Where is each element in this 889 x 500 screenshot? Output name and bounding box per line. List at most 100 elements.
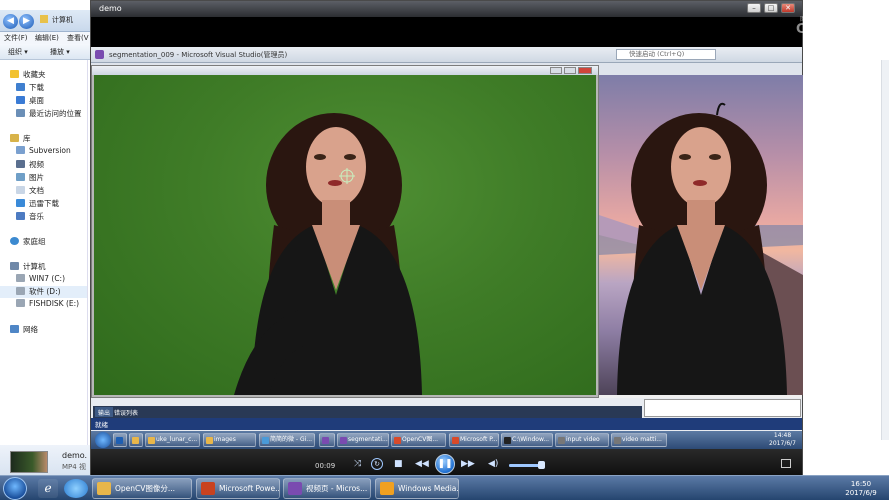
app-icon [340,437,347,444]
vs-statusbar: 就绪 [91,418,802,430]
video-library-icon [16,160,25,168]
favorites-header[interactable]: 收藏夹 [10,69,46,80]
folder-icon [40,15,48,23]
close-button[interactable]: ✕ [781,3,795,13]
nav-item-downloads[interactable]: 下载 [16,82,44,93]
volume-icon[interactable]: ◀) [488,459,498,469]
vs-title: segmentation_009 - Microsoft Visual Stud… [109,51,288,59]
volume-handle[interactable] [538,461,546,469]
recorded-taskbar-item[interactable] [129,433,143,447]
recorded-taskbar-item[interactable]: video matti... [611,433,667,447]
recorded-time: 14:48 [773,432,792,439]
nav-item-documents[interactable]: 文档 [16,185,44,196]
play-menu-button[interactable]: 播放 ▾ [50,47,70,57]
computer-header[interactable]: 计算机 [10,261,46,272]
tab-error-list[interactable]: 错误列表 [111,407,141,417]
nav-item-subversion[interactable]: Subversion [16,146,71,155]
recorded-taskbar-item[interactable]: segmentati... [337,433,389,447]
taskbar-button[interactable]: 视频页 - Micros... [283,478,371,499]
app-icon [116,437,123,444]
green-screen-video [94,75,596,395]
taskbar-button[interactable]: Windows Media... [375,478,459,499]
presenter-figure [234,113,422,395]
nav-item-thunder-downloads[interactable]: 迅雷下载 [16,198,59,209]
app-icon [452,437,459,444]
recorded-taskbar-item[interactable] [113,433,127,447]
elapsed-time: 00:09 [315,462,336,470]
recorded-taskbar-item[interactable]: input video [555,433,609,447]
video-thumbnail [10,451,48,473]
demo-titlebar[interactable]: demo – □ ✕ [91,1,802,17]
recorded-taskbar-label: OpenCV图... [402,436,439,443]
picture-library-icon [16,173,25,181]
vs-quick-launch[interactable]: 快速启动 (Ctrl+Q) [616,49,716,60]
forward-button[interactable]: ▶ [19,14,34,29]
download-library-icon [16,199,25,207]
minimize-icon[interactable] [550,67,562,74]
star-icon [10,70,19,78]
internet-explorer-icon[interactable]: ℯ [38,479,58,498]
app-icon [394,437,401,444]
maximize-icon[interactable] [564,67,576,74]
shuffle-icon[interactable]: ⤨ [354,459,361,469]
start-orb-icon[interactable] [95,432,111,448]
fullscreen-icon[interactable] [781,459,791,468]
recorded-taskbar-label: segmentati... [348,436,388,443]
back-button[interactable]: ◀ [3,14,18,29]
music-library-icon [16,212,25,220]
stop-icon[interactable]: ■ [394,459,403,469]
recorded-taskbar-item[interactable]: 简简的微 - Gi... [259,433,315,447]
menu-file[interactable]: 文件(F) [4,33,28,43]
library-icon [10,134,19,142]
drive-c[interactable]: WIN7 (C:) [16,274,65,283]
menu-view[interactable]: 查看(V [67,33,89,43]
window-title: demo [99,4,122,13]
recorded-taskbar-item[interactable]: Microsoft P... [449,433,499,447]
network-item[interactable]: 网络 [10,324,38,335]
drive-d[interactable]: 软件 (D:) [0,286,87,298]
organize-button[interactable]: 组织 ▾ [8,47,28,57]
repeat-icon[interactable]: ↻ [371,458,383,470]
drive-icon [16,274,25,282]
explorer-menubar: 文件(F) 编辑(E) 查看(V [0,32,95,44]
watermark-logo: CTO学院 [796,22,852,37]
recorded-taskbar-item[interactable]: uke_lunar_c... [145,433,200,447]
taskbar-button[interactable]: OpenCV图像分... [92,478,192,499]
maximize-button[interactable]: □ [764,3,778,13]
minimize-button[interactable]: – [747,3,761,13]
recorded-taskbar-label: 简简的微 - Gi... [270,436,313,443]
windows-live-icon[interactable] [64,479,88,498]
recorded-taskbar-item[interactable]: C:\Window... [501,433,553,447]
recorded-taskbar-item[interactable] [319,433,335,447]
taskbar-button[interactable]: Microsoft Powe... [196,478,280,499]
close-icon[interactable] [578,67,592,74]
explorer-scrollbar[interactable] [881,60,889,440]
green-window-titlebar[interactable] [92,66,598,75]
pause-button[interactable]: ❚❚ [435,454,455,474]
start-button[interactable] [3,477,27,500]
app-icon [288,482,302,495]
next-icon[interactable]: ▶▶ [461,459,475,469]
drive-e[interactable]: FISHDISK (E:) [16,299,79,308]
recorded-taskbar-item[interactable]: images [203,433,256,447]
menu-edit[interactable]: 编辑(E) [35,33,59,43]
demo-canvas-top [91,17,802,47]
selected-file-name: demo. [62,451,88,460]
libraries-header[interactable]: 库 [10,133,31,144]
previous-icon[interactable]: ◀◀ [415,459,429,469]
homegroup-item[interactable]: 家庭组 [10,236,46,247]
nav-item-videos[interactable]: 视频 [16,159,44,170]
library-folder-icon [16,146,25,154]
recorded-taskbar: uke_lunar_c... images 简简的微 - Gi... segmenta… [91,431,802,449]
nav-item-desktop[interactable]: 桌面 [16,95,44,106]
recorded-taskbar-label: uke_lunar_c... [156,436,198,443]
recorded-taskbar-label: C:\Window... [512,436,550,443]
breadcrumb[interactable]: 计算机 [52,15,73,25]
nav-item-music[interactable]: 音乐 [16,211,44,222]
nav-item-recent[interactable]: 最近访问的位置 [16,108,82,119]
network-icon [10,325,19,333]
recorded-taskbar-item[interactable]: OpenCV图... [391,433,446,447]
nav-item-pictures[interactable]: 图片 [16,172,44,183]
app-icon [262,437,269,444]
system-clock[interactable]: 16:50 2017/6/9 [838,480,884,498]
